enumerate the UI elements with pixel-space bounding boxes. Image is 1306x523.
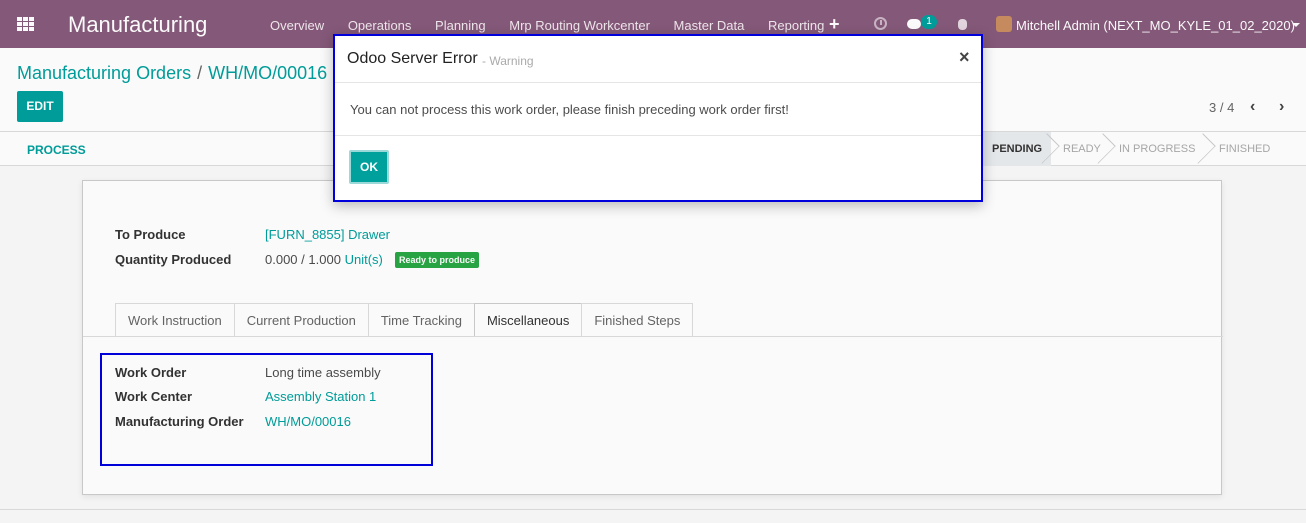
server-error-dialog: Odoo Server Error - Warning × You can no… bbox=[333, 34, 983, 202]
close-icon[interactable]: × bbox=[959, 47, 970, 68]
ok-button[interactable]: OK bbox=[349, 150, 389, 184]
dialog-header: Odoo Server Error - Warning × bbox=[335, 36, 981, 83]
dialog-title: Odoo Server Error bbox=[347, 50, 478, 67]
dialog-body: You can not process this work order, ple… bbox=[335, 84, 981, 136]
dialog-message: You can not process this work order, ple… bbox=[350, 102, 789, 117]
dialog-subtitle: - Warning bbox=[482, 54, 534, 68]
